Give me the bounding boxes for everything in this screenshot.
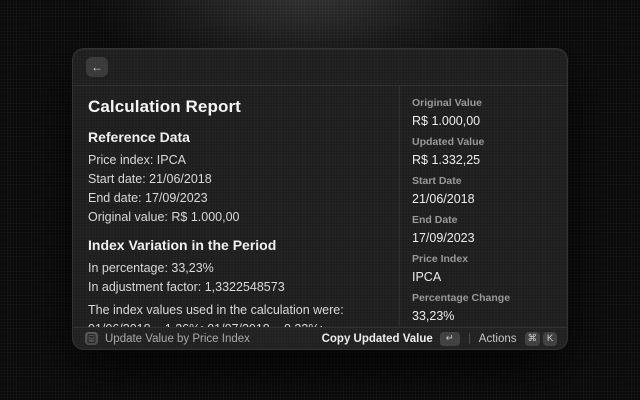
copy-updated-value-button[interactable]: Copy Updated Value xyxy=(322,333,433,345)
metadata-label: Percentage Change xyxy=(412,292,557,304)
metadata-item-percentage-change: Percentage Change 33,23% xyxy=(412,292,557,323)
metadata-sidebar: Original Value R$ 1.000,00 Updated Value… xyxy=(399,86,567,327)
metadata-value: IPCA xyxy=(412,270,557,284)
action-bar: Update Value by Price Index Copy Updated… xyxy=(73,327,567,349)
calculator-icon xyxy=(85,332,98,345)
metadata-label: Start Date xyxy=(412,175,557,187)
metadata-value: 33,23% xyxy=(412,309,557,323)
content-area: Calculation Report Reference Data Price … xyxy=(73,86,567,327)
report-line: Price index: IPCA xyxy=(88,151,385,170)
report-paragraph: The index values used in the calculation… xyxy=(88,301,385,327)
command-name: Update Value by Price Index xyxy=(105,333,250,345)
metadata-item-start-date: Start Date 21/06/2018 xyxy=(412,175,557,206)
metadata-value: R$ 1.332,25 xyxy=(412,153,557,167)
k-key-icon: K xyxy=(543,332,557,346)
section-heading-reference-data: Reference Data xyxy=(88,129,385,146)
metadata-item-price-index: Price Index IPCA xyxy=(412,253,557,284)
page-title: Calculation Report xyxy=(88,97,385,117)
command-key-icon: ⌘ xyxy=(525,332,541,346)
report-line: In percentage: 33,23% xyxy=(88,259,385,278)
metadata-label: Original Value xyxy=(412,97,557,109)
footer-divider xyxy=(469,333,470,344)
metadata-value: 17/09/2023 xyxy=(412,231,557,245)
window-header: ← xyxy=(73,49,567,86)
metadata-label: End Date xyxy=(412,214,557,226)
back-button[interactable]: ← xyxy=(86,57,108,77)
report-line: In adjustment factor: 1,3322548573 xyxy=(88,278,385,297)
action-bar-right: Copy Updated Value ↵ Actions ⌘ K xyxy=(322,332,557,346)
metadata-label: Updated Value xyxy=(412,136,557,148)
calculator-glyph xyxy=(87,334,96,343)
metadata-item-updated-value: Updated Value R$ 1.332,25 xyxy=(412,136,557,167)
return-key-icon: ↵ xyxy=(440,332,460,346)
metadata-value: R$ 1.000,00 xyxy=(412,114,557,128)
metadata-item-original-value: Original Value R$ 1.000,00 xyxy=(412,97,557,128)
raycast-window: ← Calculation Report Reference Data Pric… xyxy=(72,48,568,350)
report-line: Original value: R$ 1.000,00 xyxy=(88,208,385,227)
action-bar-left: Update Value by Price Index xyxy=(85,332,322,345)
actions-menu-button[interactable]: Actions xyxy=(479,333,517,345)
metadata-item-end-date: End Date 17/09/2023 xyxy=(412,214,557,245)
section-heading-index-variation: Index Variation in the Period xyxy=(88,237,385,254)
report-markdown: Calculation Report Reference Data Price … xyxy=(73,86,399,327)
metadata-value: 21/06/2018 xyxy=(412,192,557,206)
back-arrow-icon: ← xyxy=(91,57,103,77)
metadata-label: Price Index xyxy=(412,253,557,265)
report-line: Start date: 21/06/2018 xyxy=(88,170,385,189)
report-line: End date: 17/09/2023 xyxy=(88,189,385,208)
